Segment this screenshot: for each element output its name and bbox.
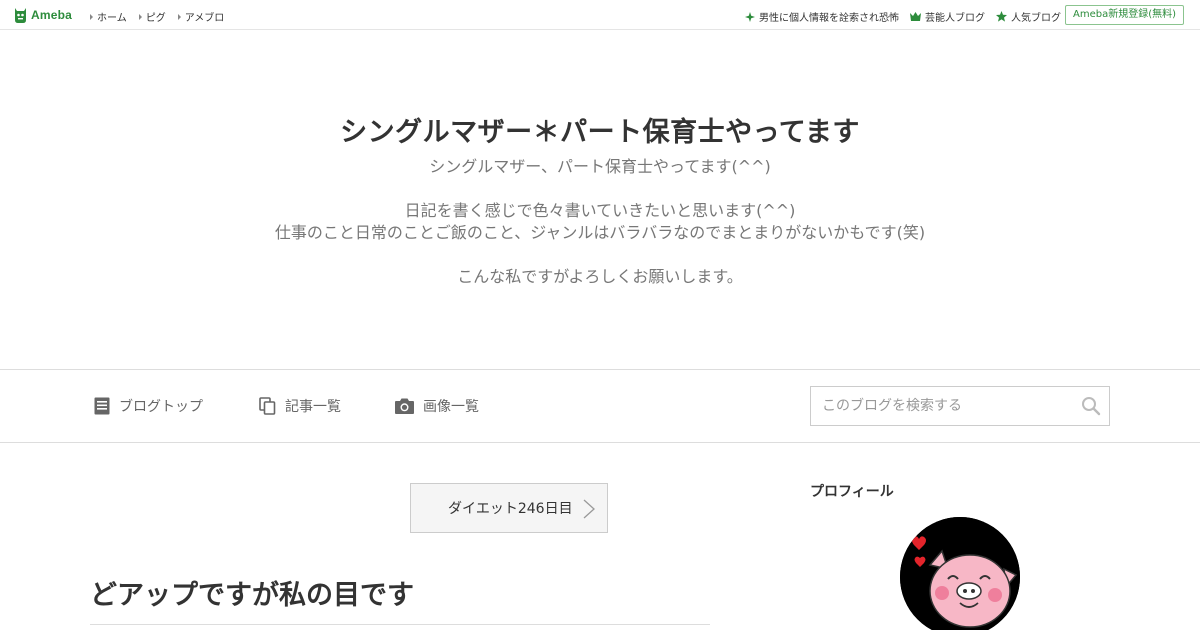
triangle-right-icon [138, 13, 142, 20]
description-line [0, 178, 1200, 200]
star-icon [996, 11, 1007, 22]
search-icon[interactable] [1081, 396, 1101, 416]
header-link-label: 人気ブログ [1011, 13, 1061, 24]
global-nav-label: アメブロ [184, 13, 225, 24]
nav-label: ブログトップ [119, 399, 203, 415]
description-line: シングルマザー、パート保育士やってます(^^) [429, 157, 771, 176]
divider [90, 624, 710, 625]
entry-title[interactable]: どアップですが私の目です [90, 573, 414, 612]
header-links: 男性に個人情報を詮索され恐怖 芸能人ブログ 人気ブログ [745, 9, 1061, 24]
nav-image-list[interactable]: 画像一覧 [395, 396, 479, 416]
nav-entry-list[interactable]: 記事一覧 [259, 396, 341, 416]
blog-search [810, 386, 1110, 426]
triangle-right-icon [90, 13, 93, 20]
header-link-celebrity[interactable]: 芸能人ブログ [910, 9, 985, 24]
global-header: Ameba ホーム ピグ アメブロ 男性に個人情報を詮索され恐怖 芸能人ブログ … [0, 0, 1200, 30]
logo-text: Ameba [31, 8, 73, 22]
global-nav: ホーム ピグ アメブロ [90, 9, 224, 24]
crown-icon [910, 12, 921, 21]
ameba-mascot-icon [15, 8, 26, 23]
nav-blog-top[interactable]: ブログトップ [94, 396, 203, 416]
global-nav-home[interactable]: ホーム [90, 9, 127, 24]
global-nav-ameblo[interactable]: アメブロ [177, 9, 225, 24]
camera-icon [395, 398, 414, 414]
search-input[interactable] [811, 387, 1071, 425]
profile-heading: プロフィール [810, 484, 894, 500]
header-link-popular[interactable]: 人気ブログ [996, 9, 1061, 24]
header-link-label: 男性に個人情報を詮索され恐怖 [759, 13, 899, 24]
avatar[interactable] [900, 517, 1020, 630]
blog-nav: ブログトップ 記事一覧 画像一覧 [0, 369, 1200, 443]
global-nav-label: ホーム [97, 13, 127, 24]
header-link-news[interactable]: 男性に個人情報を詮索され恐怖 [745, 9, 899, 24]
triangle-right-icon [177, 13, 181, 20]
pig-avatar-icon [900, 517, 1020, 630]
prev-entry-label: ダイエット246日目 [448, 501, 573, 517]
document-icon [94, 397, 110, 415]
copy-icon [259, 397, 276, 415]
global-nav-label: ピグ [145, 13, 166, 24]
ameba-logo[interactable]: Ameba [13, 6, 72, 24]
chevron-right-icon [583, 499, 595, 519]
description-line [0, 244, 1200, 266]
description-line: こんな私ですがよろしくお願いします。 [457, 267, 743, 286]
header-link-label: 芸能人ブログ [925, 13, 985, 24]
description-line: 日記を書く感じで色々書いていきたいと思います(^^) [404, 201, 796, 220]
nav-label: 画像一覧 [423, 399, 479, 415]
blog-description: シングルマザー、パート保育士やってます(^^) 日記を書く感じで色々書いていきた… [0, 156, 1200, 288]
register-button[interactable]: Ameba新規登録(無料) [1064, 5, 1184, 25]
global-nav-pigg[interactable]: ピグ [138, 9, 166, 24]
description-line: 仕事のこと日常のことご飯のこと、ジャンルはバラバラなのでまとまりがないかもです(… [274, 223, 926, 242]
blog-title[interactable]: シングルマザー＊パート保育士やってます [0, 110, 1200, 149]
nav-label: 記事一覧 [285, 399, 341, 415]
prev-entry-button[interactable]: ダイエット246日目 [410, 483, 608, 533]
sparkle-icon [745, 11, 755, 22]
